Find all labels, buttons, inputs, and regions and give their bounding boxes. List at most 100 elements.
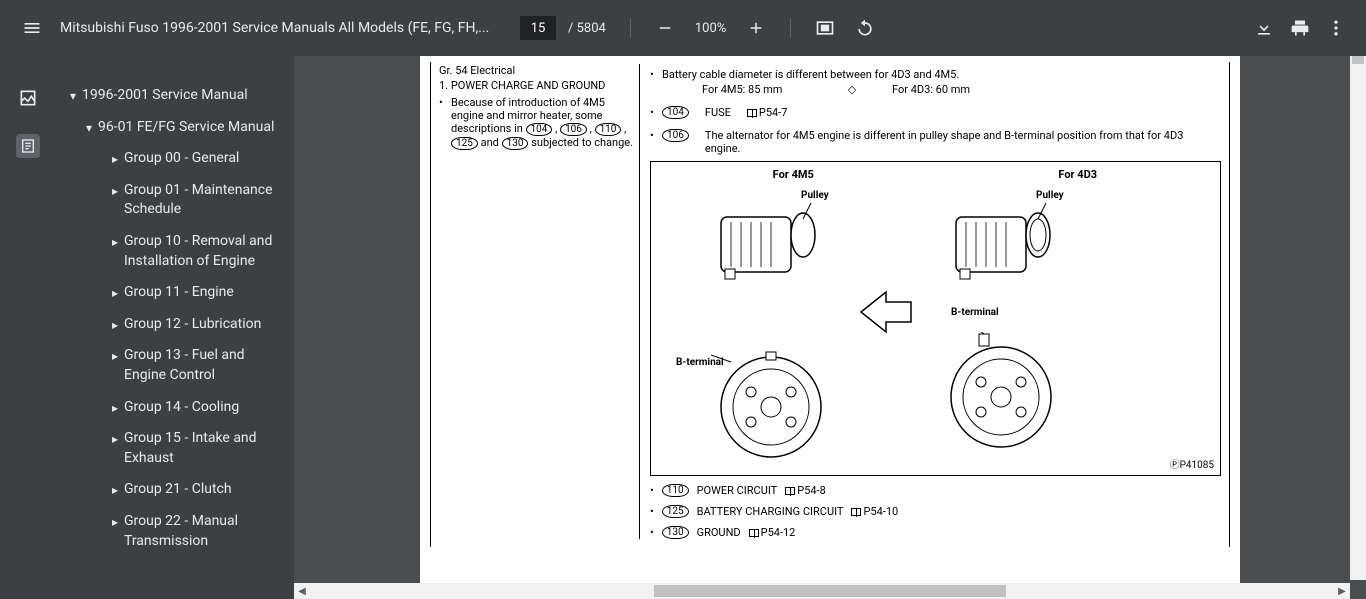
outline-item[interactable]: ▸Group 14 - Cooling [64, 392, 286, 424]
scrollbar-thumb[interactable] [1352, 56, 1364, 64]
book-icon [785, 487, 795, 495]
body-text: Battery cable diameter is different betw… [662, 68, 1221, 81]
more-button[interactable] [1318, 10, 1354, 46]
outline-label: Group 00 - General [124, 149, 282, 169]
book-icon [851, 508, 861, 516]
outline-item[interactable]: ▸Group 13 - Fuel and Engine Control [64, 340, 286, 391]
chevron-right-icon: ▸ [106, 183, 124, 200]
ref-oval: 104 [662, 106, 689, 119]
download-button[interactable] [1246, 10, 1282, 46]
chevron-right-icon: ▸ [106, 151, 124, 168]
scroll-right-arrow[interactable]: ▶ [1334, 583, 1350, 599]
outline-label: Group 21 - Clutch [124, 480, 282, 500]
bterminal-label: B-terminal [951, 307, 999, 318]
outline-label: Group 22 - Manual Transmission [124, 512, 282, 551]
chevron-right-icon: ▸ [106, 400, 124, 417]
horizontal-scrollbar[interactable]: ◀ ▶ [294, 583, 1350, 599]
bullet-icon: • [650, 526, 654, 539]
left-rail [0, 56, 56, 599]
scrollbar-thumb[interactable] [654, 585, 1006, 597]
chevron-down-icon: ▾ [64, 88, 82, 105]
chevron-right-icon: ▸ [106, 431, 124, 448]
diag-header-4d3: For 4D3 [936, 168, 1221, 181]
zoom-level: 100% [695, 21, 726, 36]
arrow-left-icon [856, 282, 916, 342]
outline-label: Group 13 - Fuel and Engine Control [124, 346, 282, 385]
chevron-right-icon: ▸ [106, 482, 124, 499]
page-total: / 5804 [568, 21, 606, 36]
outline-item[interactable]: ▸Group 10 - Removal and Installation of … [64, 226, 286, 277]
outline-item[interactable]: ▸Group 11 - Engine [64, 277, 286, 309]
pdf-toolbar: Mitsubishi Fuso 1996-2001 Service Manual… [0, 0, 1366, 56]
zoom-in-button[interactable] [738, 10, 774, 46]
outline-label: Group 01 - Maintenance Schedule [124, 181, 282, 220]
zoom-out-button[interactable] [647, 10, 683, 46]
diag-header-4m5: For 4M5 [651, 168, 936, 181]
scroll-left-arrow[interactable]: ◀ [294, 583, 310, 599]
vertical-scrollbar[interactable] [1350, 56, 1366, 580]
menu-button[interactable] [12, 8, 52, 48]
bullet-icon: • [650, 129, 662, 142]
ref-oval: 130 [662, 526, 689, 539]
list-number: 1. [439, 79, 448, 92]
outline-item[interactable]: ▸Group 15 - Intake and Exhaust [64, 423, 286, 474]
ref-oval: 110 [662, 484, 689, 497]
outline-icon[interactable] [16, 134, 40, 158]
page-ref: P54-7 [759, 106, 788, 119]
bullet-icon: • [439, 96, 451, 109]
outline-label: Group 10 - Removal and Installation of E… [124, 232, 282, 271]
chevron-right-icon: ▸ [106, 514, 124, 531]
alternator-front-4d3 [941, 332, 1061, 452]
alternator-side-4d3 [946, 197, 1066, 287]
alternator-desc: The alternator for 4M5 engine is differe… [705, 129, 1221, 155]
left-column: Gr. 54 Electrical 1. POWER CHARGE AND GR… [439, 64, 639, 539]
chevron-right-icon: ▸ [106, 348, 124, 365]
thumbnails-icon[interactable] [16, 86, 40, 110]
ref-oval: 106 [560, 123, 587, 136]
print-button[interactable] [1282, 10, 1318, 46]
battery-charging-label: BATTERY CHARGING CIRCUIT [697, 505, 844, 518]
ref-oval: 104 [526, 123, 553, 136]
page-ref: P54-12 [761, 526, 796, 539]
outline-item[interactable]: ▸Group 00 - General [64, 143, 286, 175]
content-area[interactable]: Gr. 54 Electrical 1. POWER CHARGE AND GR… [294, 56, 1366, 599]
power-circuit-label: POWER CIRCUIT [697, 484, 778, 497]
ref-oval: 110 [595, 123, 622, 136]
book-icon [749, 529, 759, 537]
page-ref: P54-8 [797, 484, 826, 497]
chevron-down-icon: ▾ [80, 120, 98, 137]
outline-item-root[interactable]: ▾ 1996-2001 Service Manual [64, 80, 286, 112]
outline-item[interactable]: ▸Group 12 - Lubrication [64, 309, 286, 341]
rotate-button[interactable] [847, 10, 883, 46]
bullet-icon: • [650, 484, 654, 497]
page-number-input[interactable] [520, 16, 556, 40]
outline-item-sub[interactable]: ▾ 96-01 FE/FG Service Manual [64, 112, 286, 144]
diamond-icon: ◇ [812, 83, 892, 96]
list-title: POWER CHARGE AND GROUND [451, 79, 606, 92]
alternator-side-4m5 [711, 197, 831, 287]
ref-oval: 106 [662, 129, 689, 142]
alternator-diagram: For 4M5 For 4D3 Pulley Pulley [650, 161, 1221, 476]
chevron-right-icon: ▸ [106, 234, 124, 251]
diagram-code: ⓅP41085 [1170, 456, 1214, 471]
outline-label: Group 11 - Engine [124, 283, 282, 303]
bullet-icon: • [650, 68, 662, 81]
fit-page-button[interactable] [807, 10, 843, 46]
ref-oval: 125 [451, 137, 478, 150]
outline-label: Group 12 - Lubrication [124, 315, 282, 335]
ground-label: GROUND [697, 526, 741, 539]
page-controls: / 5804 100% [520, 10, 883, 46]
outline-item[interactable]: ▸Group 21 - Clutch [64, 474, 286, 506]
ref-oval: 125 [662, 505, 689, 518]
alternator-front-4m5 [711, 347, 831, 467]
outline-item[interactable]: ▸Group 01 - Maintenance Schedule [64, 175, 286, 226]
outline-label: 1996-2001 Service Manual [82, 86, 282, 106]
document-title: Mitsubishi Fuso 1996-2001 Service Manual… [60, 20, 490, 36]
ref-oval: 130 [502, 137, 529, 150]
pdf-page: Gr. 54 Electrical 1. POWER CHARGE AND GR… [420, 56, 1240, 596]
page-ref: P54-10 [863, 505, 898, 518]
bullet-icon: • [650, 505, 654, 518]
outline-item[interactable]: ▸Group 22 - Manual Transmission [64, 506, 286, 557]
outline-label: 96-01 FE/FG Service Manual [98, 118, 282, 138]
outline-sidebar[interactable]: ▾ 1996-2001 Service Manual ▾ 96-01 FE/FG… [56, 56, 294, 599]
